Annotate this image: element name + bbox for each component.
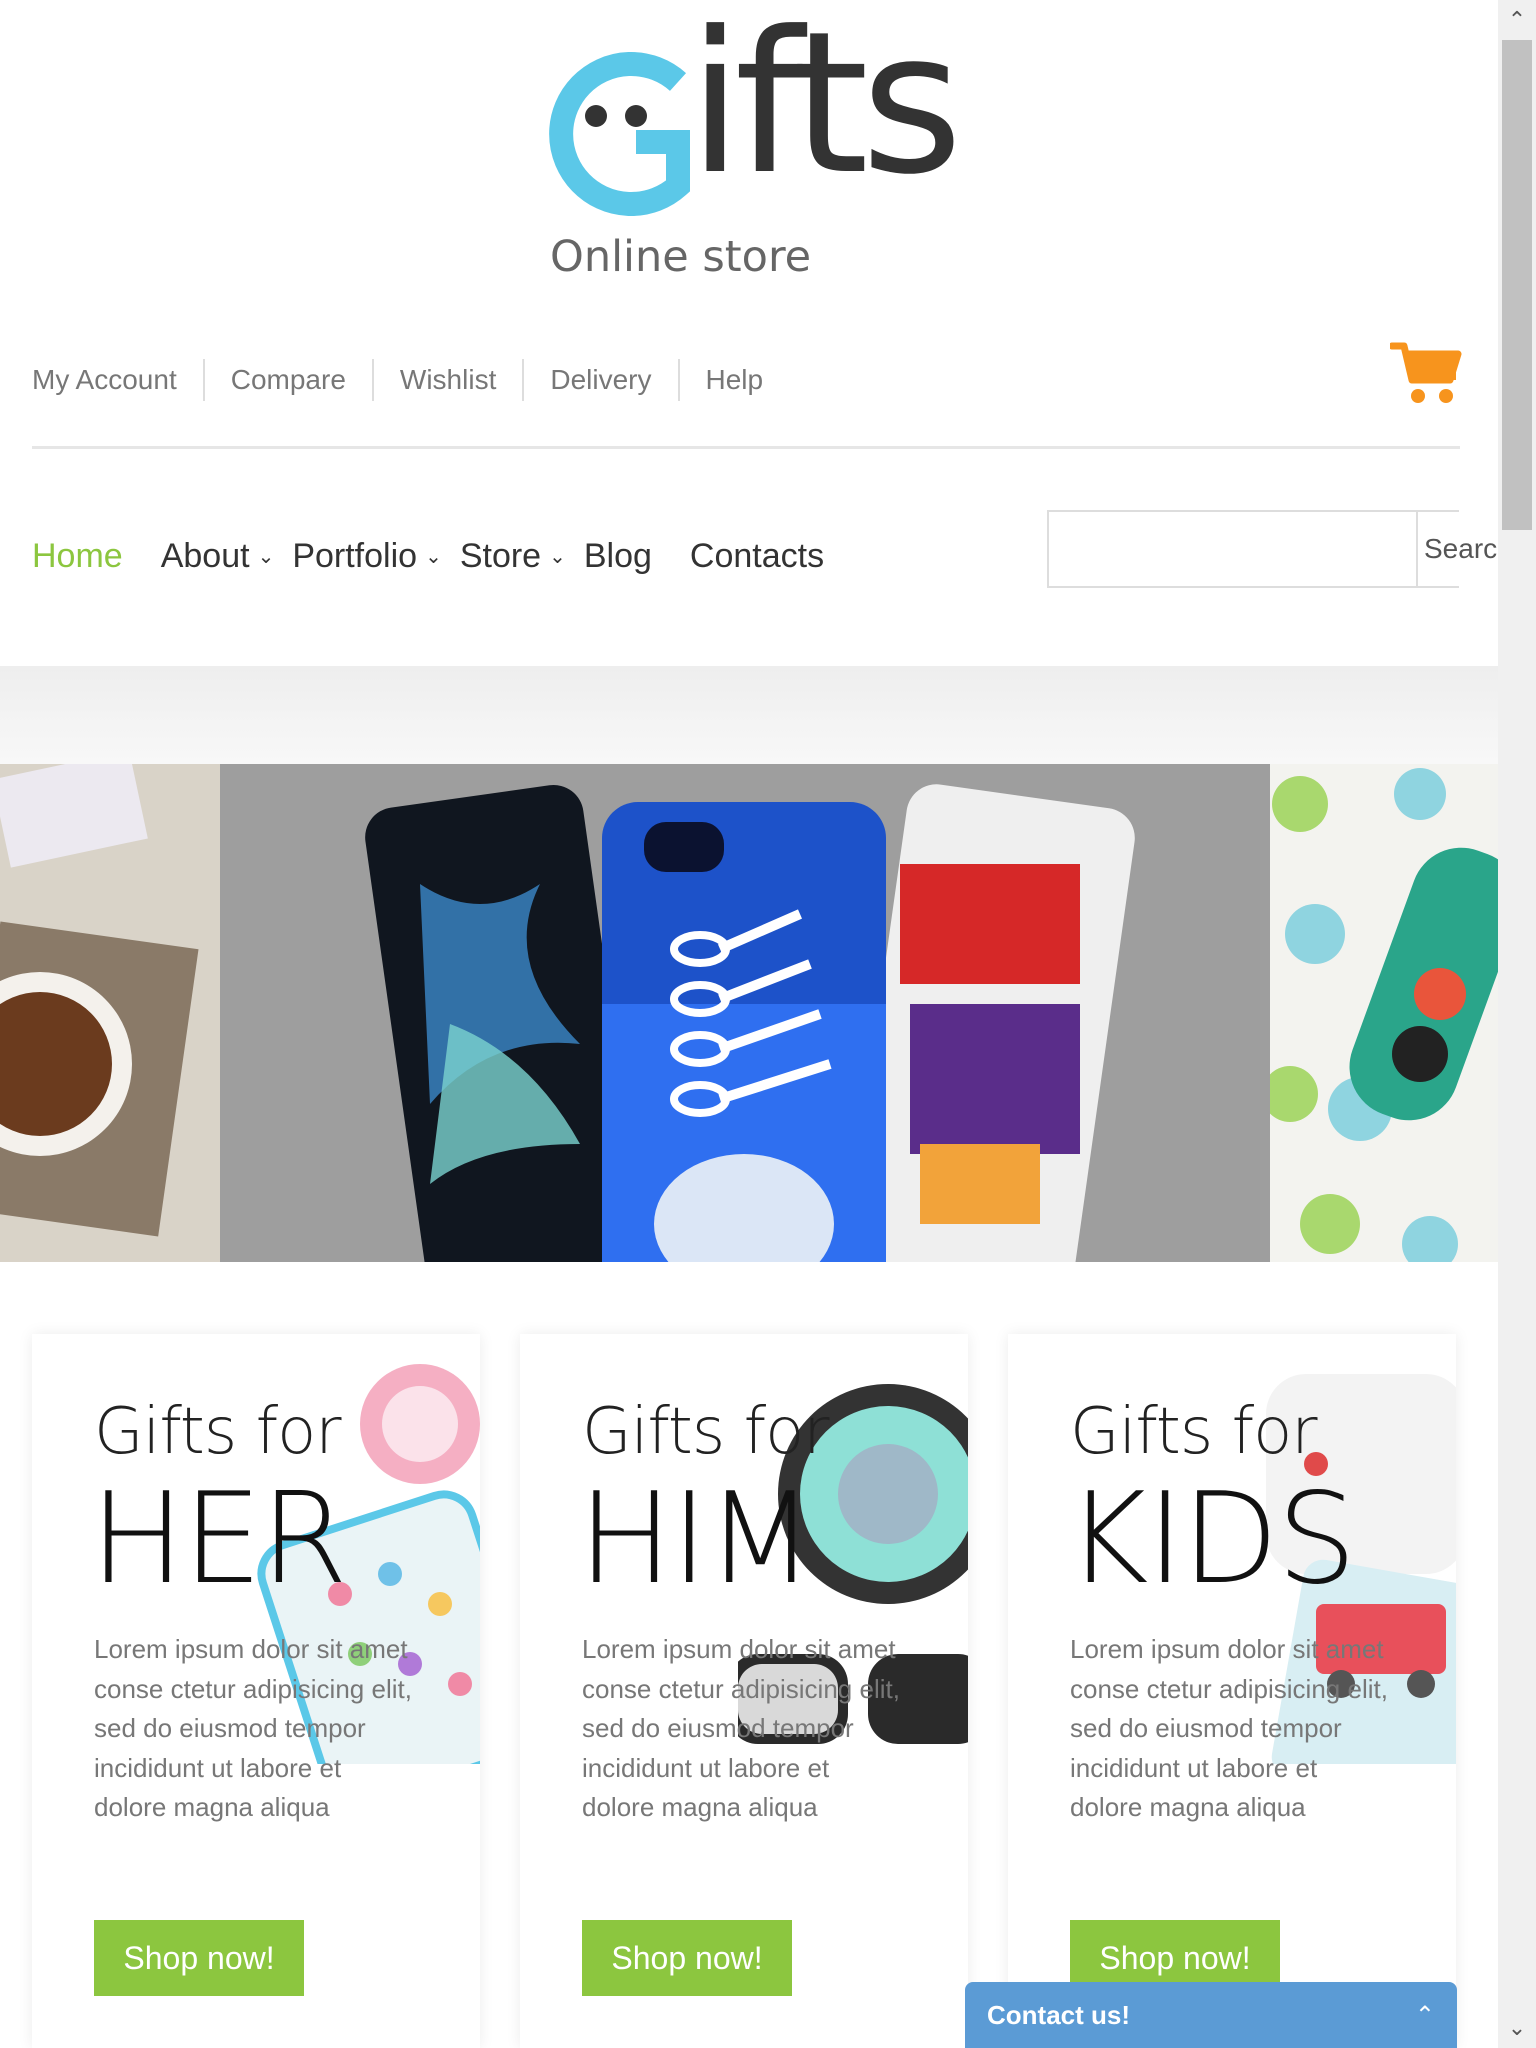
slide-tea-image: [0, 764, 220, 1262]
shop-now-button-her[interactable]: Shop now!: [94, 1920, 304, 1996]
chevron-down-icon: ⌄: [425, 545, 442, 568]
nav-about[interactable]: About ⌄: [161, 537, 275, 576]
search-form: Search: [1047, 510, 1519, 588]
top-link-help[interactable]: Help: [677, 359, 790, 401]
search-input[interactable]: [1049, 512, 1418, 586]
card-heading-her: HER: [90, 1465, 348, 1612]
promo-card-kids: Gifts for KIDS Lorem ipsum dolor sit ame…: [1008, 1334, 1456, 2048]
header-divider: [32, 446, 1460, 449]
card-description: Lorem ipsum dolor sit amet conse ctetur …: [1070, 1634, 1388, 1822]
logo-tagline: Online store: [550, 232, 812, 282]
promo-card-him: Gifts for HIM Lorem ipsum dolor sit amet…: [520, 1334, 968, 2048]
top-link-my-account[interactable]: My Account: [32, 359, 203, 401]
slide-phone-cases-image: [220, 764, 1270, 1262]
card-heading-kids: KIDS: [1066, 1465, 1357, 1612]
logo-wordmark: ifts: [688, 0, 963, 218]
page: ifts Online store My Account Compare Wis…: [0, 0, 1536, 2048]
card-title: Gifts for: [1070, 1395, 1318, 1469]
promo-card-her: Gifts for HER Lorem ipsum dolor sit amet…: [32, 1334, 480, 2048]
chevron-down-icon: ⌄: [257, 545, 275, 568]
nav-portfolio-label: Portfolio: [292, 536, 418, 575]
nav-about-label: About: [160, 536, 250, 575]
contact-widget-label: Contact us!: [987, 1999, 1130, 2030]
card-title: Gifts for: [582, 1395, 830, 1469]
nav-blog[interactable]: Blog: [584, 537, 652, 576]
card-description: Lorem ipsum dolor sit amet conse ctetur …: [582, 1634, 900, 1822]
nav-home[interactable]: Home: [32, 537, 123, 576]
contact-widget[interactable]: Contact us! ⌃: [965, 1982, 1457, 2048]
card-heading-him: HIM: [578, 1465, 815, 1612]
slide-bottle-opener-image: [1262, 764, 1498, 1262]
nav-portfolio[interactable]: Portfolio ⌄: [292, 537, 442, 576]
nav-store[interactable]: Store ⌄: [460, 537, 566, 576]
hero-slider[interactable]: [0, 764, 1498, 1262]
hero-band: [0, 666, 1498, 764]
scroll-up-icon[interactable]: ⌃: [1498, 0, 1536, 40]
card-title: Gifts for: [94, 1395, 342, 1469]
logo-g-mark: [549, 52, 690, 216]
top-link-wishlist[interactable]: Wishlist: [371, 359, 522, 401]
top-link-compare[interactable]: Compare: [202, 359, 372, 401]
shop-now-button-him[interactable]: Shop now!: [582, 1920, 792, 1996]
top-link-delivery[interactable]: Delivery: [522, 359, 677, 401]
scrollbar-thumb[interactable]: [1502, 40, 1532, 530]
card-description: Lorem ipsum dolor sit amet conse ctetur …: [94, 1634, 412, 1822]
scroll-down-icon[interactable]: ⌄: [1498, 2008, 1536, 2048]
cart-icon[interactable]: [1390, 340, 1462, 406]
nav-contacts[interactable]: Contacts: [690, 537, 824, 576]
chevron-up-icon[interactable]: ⌃: [1415, 2001, 1435, 2030]
main-nav: Home About ⌄ Portfolio ⌄ Store ⌄ Blog Co…: [32, 526, 862, 586]
top-links: My Account Compare Wishlist Delivery Hel…: [32, 352, 789, 408]
nav-store-label: Store: [459, 536, 542, 575]
site-logo[interactable]: ifts Online store: [538, 6, 978, 294]
chevron-down-icon: ⌄: [549, 545, 566, 568]
scrollbar[interactable]: ⌃ ⌄: [1498, 0, 1536, 2048]
